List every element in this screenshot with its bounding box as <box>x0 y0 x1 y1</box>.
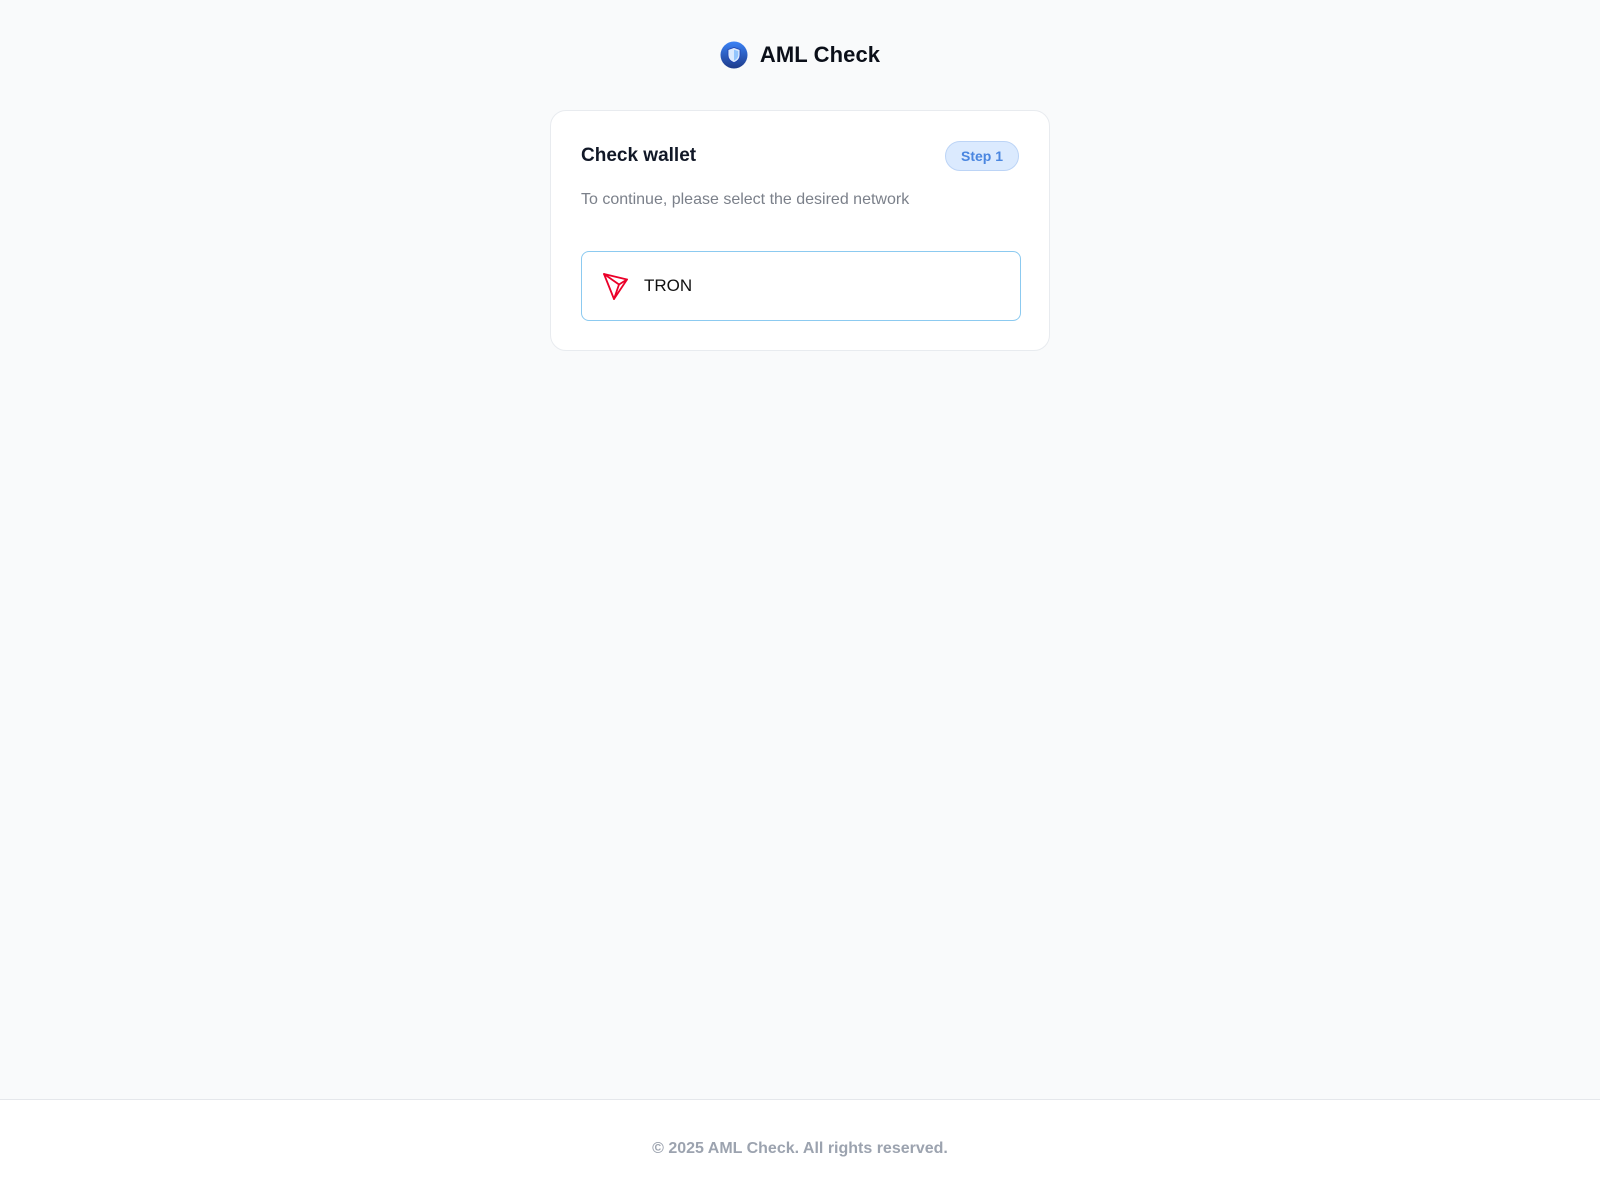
shield-icon <box>720 41 748 69</box>
network-option-tron[interactable]: TRON <box>581 251 1021 321</box>
tron-icon <box>602 271 630 301</box>
brand-name: AML Check <box>759 42 881 67</box>
card-subtitle: To continue, please select the desired n… <box>581 191 910 208</box>
network-label: TRON <box>644 276 693 295</box>
page: AML Check Check wallet Step 1 To continu… <box>0 0 1600 1200</box>
step-badge: Step 1 <box>944 141 1019 171</box>
app-header: AML Check <box>0 40 1600 70</box>
copyright-text: © 2025 AML Check. All rights reserved. <box>652 1140 948 1157</box>
card-title: Check wallet <box>581 145 697 166</box>
card-header: Check wallet Step 1 <box>581 141 1019 171</box>
check-wallet-card: Check wallet Step 1 To continue, please … <box>550 110 1050 351</box>
page-footer: © 2025 AML Check. All rights reserved. <box>0 1099 1600 1200</box>
